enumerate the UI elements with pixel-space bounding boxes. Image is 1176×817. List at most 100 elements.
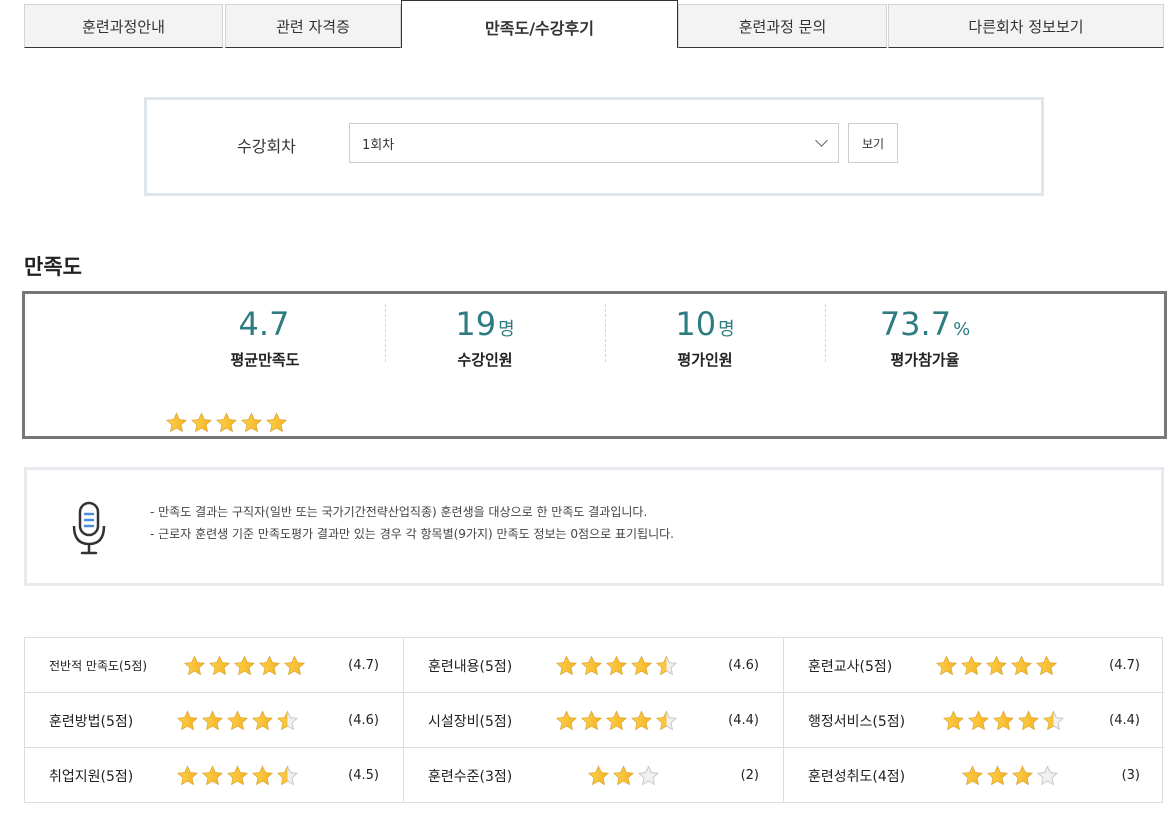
stat-average-satisfaction: 4.7 평균만족도 (155, 304, 375, 370)
star-full-icon (580, 710, 603, 730)
stat-value: 4.7 (238, 305, 290, 343)
stat-value: 73.7 (879, 305, 952, 343)
session-filter-box: 수강회차 1회차 보기 (144, 97, 1044, 196)
star-half-icon (655, 655, 678, 675)
microphone-icon (72, 501, 106, 555)
rating-name: 훈련교사(5점) (808, 658, 893, 675)
star-full-icon (612, 765, 635, 785)
notice-line: - 근로자 훈련생 기준 만족도평가 결과만 있는 경우 각 항목별(9가지) … (150, 527, 674, 541)
star-full-icon (961, 765, 984, 785)
rating-name: 행정서비스(5점) (808, 713, 906, 730)
rating-name: 훈련수준(3점) (428, 768, 513, 785)
rating-score: (2) (740, 768, 759, 783)
satisfaction-summary: 4.7 평균만족도 19 명 수강인원 10 명 평가인원 73.7% 평가참가율 (22, 291, 1167, 439)
star-half-icon (276, 710, 299, 730)
rating-job-support: 취업지원(5점) (4.5) (25, 748, 404, 803)
star-full-icon (605, 655, 628, 675)
stat-unit: % (953, 319, 971, 340)
star-full-icon (1010, 655, 1033, 675)
rating-score: (4.4) (728, 713, 759, 728)
rating-score: (3) (1121, 768, 1140, 783)
star-rating (554, 710, 679, 730)
star-full-icon (942, 710, 965, 730)
stat-unit: 명 (718, 319, 735, 340)
star-full-icon (190, 412, 213, 432)
star-full-icon (985, 655, 1008, 675)
rating-name: 훈련방법(5점) (49, 713, 134, 730)
star-full-icon (258, 655, 281, 675)
star-full-icon (251, 710, 274, 730)
star-half-icon (655, 710, 678, 730)
star-rating (175, 765, 300, 785)
rating-score: (4.6) (348, 713, 379, 728)
star-full-icon (630, 655, 653, 675)
star-full-icon (226, 710, 249, 730)
rating-name: 시설장비(5점) (428, 713, 513, 730)
star-full-icon (555, 710, 578, 730)
rating-method: 훈련방법(5점) (4.6) (25, 693, 404, 748)
star-rating (554, 655, 679, 675)
tab-satisfaction-reviews[interactable]: 만족도/수강후기 (401, 0, 678, 48)
star-rating (182, 655, 307, 675)
tab-other-sessions[interactable]: 다른회차 정보보기 (888, 4, 1164, 48)
star-full-icon (935, 655, 958, 675)
rating-name: 전반적 만족도(5점) (49, 659, 148, 673)
star-full-icon (215, 412, 238, 432)
stat-unit: 명 (498, 319, 515, 340)
rating-name: 훈련성취도(4점) (808, 768, 906, 785)
stat-label: 평가참가율 (890, 351, 960, 369)
star-full-icon (226, 765, 249, 785)
tab-course-info[interactable]: 훈련과정안내 (24, 4, 223, 48)
tab-bar: 훈련과정안내 관련 자격증 만족도/수강후기 훈련과정 문의 다른회차 정보보기 (24, 0, 1164, 48)
rating-content: 훈련내용(5점) (4.6) (404, 638, 784, 693)
star-full-icon (240, 412, 263, 432)
star-full-icon (233, 655, 256, 675)
notice-text: - 만족도 결과는 구직자(일반 또는 국가기간전략산업직종) 훈련생을 대상으… (150, 501, 674, 545)
stat-value: 19 (455, 305, 497, 343)
rating-score: (4.7) (1109, 658, 1140, 673)
star-full-icon (176, 765, 199, 785)
star-full-icon (580, 655, 603, 675)
stat-label: 평가인원 (677, 351, 733, 369)
star-full-icon (251, 765, 274, 785)
rating-overall: 전반적 만족도(5점) (4.7) (25, 638, 404, 693)
rating-achievement: 훈련성취도(4점) (3) (784, 748, 1164, 803)
rating-score: (4.4) (1109, 713, 1140, 728)
rating-name: 훈련내용(5점) (428, 658, 513, 675)
stat-participation-rate: 73.7% 평가참가율 (815, 304, 1035, 370)
rating-level: 훈련수준(3점) (2) (404, 748, 784, 803)
star-full-icon (165, 412, 188, 432)
star-rating (960, 765, 1060, 785)
star-full-icon (1011, 765, 1034, 785)
stat-value: 10 (675, 305, 717, 343)
notice-line: - 만족도 결과는 구직자(일반 또는 국가기간전략산업직종) 훈련생을 대상으… (150, 505, 648, 519)
star-empty-icon (637, 765, 660, 785)
session-select[interactable]: 1회차 (349, 123, 839, 163)
star-full-icon (986, 765, 1009, 785)
rating-instructor: 훈련교사(5점) (4.7) (784, 638, 1164, 693)
rating-facilities: 시설장비(5점) (4.4) (404, 693, 784, 748)
stat-enrolled: 19 명 수강인원 (375, 304, 595, 370)
rating-admin-service: 행정서비스(5점) (4.4) (784, 693, 1164, 748)
star-full-icon (1035, 655, 1058, 675)
view-button[interactable]: 보기 (848, 123, 898, 163)
tab-course-inquiry[interactable]: 훈련과정 문의 (678, 4, 887, 48)
rating-score: (4.7) (348, 658, 379, 673)
star-full-icon (183, 655, 206, 675)
stat-label: 수강인원 (457, 351, 513, 369)
page-title: 만족도 (24, 255, 82, 279)
star-rating (934, 655, 1059, 675)
star-full-icon (960, 655, 983, 675)
star-rating (164, 412, 289, 432)
tab-certificates[interactable]: 관련 자격증 (225, 4, 401, 48)
star-full-icon (587, 765, 610, 785)
star-rating (586, 765, 661, 785)
stat-label: 평균만족도 (230, 351, 300, 369)
star-full-icon (555, 655, 578, 675)
star-full-icon (208, 655, 231, 675)
star-full-icon (176, 710, 199, 730)
star-half-icon (1042, 710, 1065, 730)
chevron-down-icon (815, 134, 828, 147)
star-full-icon (992, 710, 1015, 730)
ratings-table: 전반적 만족도(5점) (4.7) 훈련내용(5점) (4.6) 훈련교사(5점… (24, 637, 1164, 803)
